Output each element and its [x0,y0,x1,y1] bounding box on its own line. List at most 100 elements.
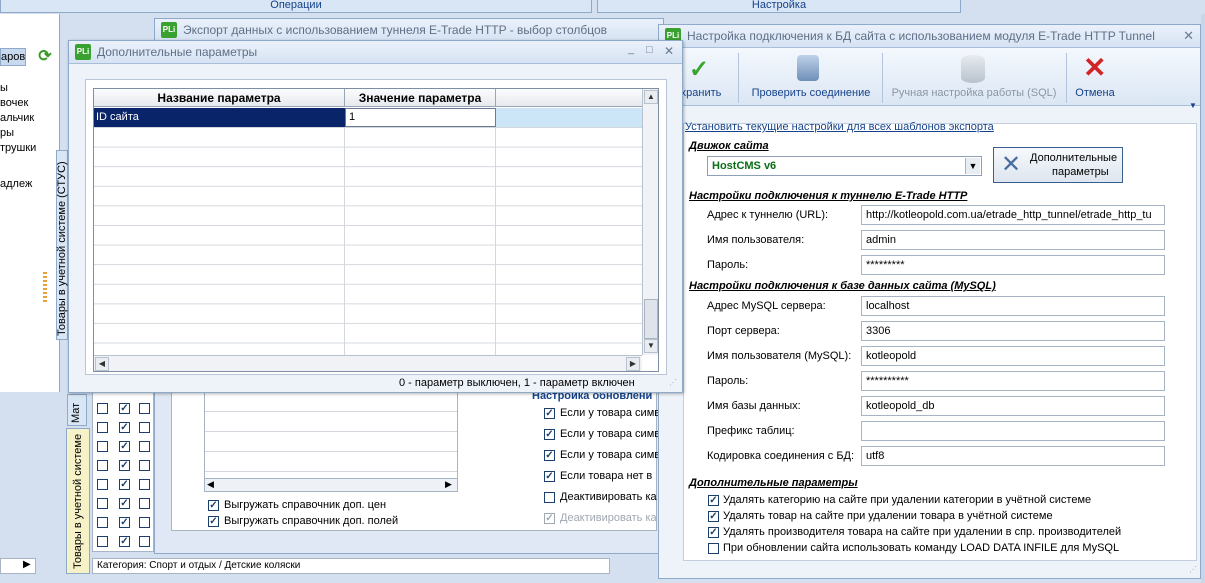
bottom-left-scroll[interactable]: ▶ [0,558,36,574]
extra-option-checkbox[interactable]: ✓ [708,495,719,506]
maximize-icon[interactable]: □ [646,44,653,56]
db-window-titlebar[interactable]: PLi Настройка подключения к БД сайта с и… [659,25,1200,48]
db-field-label: Имя пользователя (MySQL): [707,350,852,362]
row-checkbox[interactable]: ✓ [119,498,130,509]
row-checkbox[interactable] [139,441,150,452]
row-checkbox[interactable] [97,536,108,547]
update-checkbox: ✓ [544,513,555,524]
row-checkbox[interactable]: ✓ [119,536,130,547]
param-value-cell[interactable]: 1 [345,108,496,127]
params-grid[interactable]: Название параметра Значение параметра ID… [93,88,659,372]
col-header-name[interactable]: Название параметра [94,89,345,107]
row-checkbox[interactable] [139,403,150,414]
cancel-button[interactable]: ✕ Отмена [1069,51,1121,105]
close-icon[interactable]: ✕ [1183,28,1194,44]
export-checkbox[interactable]: ✓ [208,500,219,511]
row-checkbox[interactable] [139,498,150,509]
row-checkbox[interactable]: ✓ [119,422,130,433]
row-checkbox[interactable]: ✓ [119,517,130,528]
row-checkbox[interactable] [97,517,108,528]
row-checkbox[interactable] [97,479,108,490]
engine-select[interactable]: HostCMS v6 [707,156,982,176]
tunnel-field-input[interactable]: ********* [861,255,1165,275]
ribbon-tab-settings[interactable]: Настройка [597,0,961,13]
db-field-input[interactable]: 3306 [861,321,1165,341]
manual-sql-button[interactable]: Ручная настройка работы (SQL) [885,51,1063,105]
row-checkbox[interactable] [97,460,108,471]
left-splitter-handle[interactable] [43,272,47,304]
db-field-input[interactable] [861,421,1165,441]
row-checkbox[interactable]: ✓ [119,441,130,452]
left-item[interactable]: трушки [0,142,36,154]
grid-scroll-left-icon[interactable]: ◀ [207,479,214,490]
tab-materials[interactable]: Мат [67,394,87,426]
export-columns-grid[interactable] [204,390,458,490]
params-vscroll-thumb[interactable] [644,299,658,339]
scroll-left-arrow-icon[interactable]: ◀ [95,357,109,371]
row-checkbox[interactable]: ✓ [119,479,130,490]
export-checkbox[interactable]: ✓ [208,516,219,527]
row-checkbox[interactable] [139,460,150,471]
param-row[interactable]: ID сайта 1 [94,108,642,127]
update-checkbox[interactable] [544,492,555,503]
left-item[interactable]: ры [0,127,14,139]
right-edge-strip [1201,14,1205,583]
export-grid-hscroll[interactable]: ◀ ▶ [204,478,458,492]
scroll-right-arrow-icon[interactable]: ▶ [626,357,640,371]
update-checkbox[interactable]: ✓ [544,450,555,461]
left-item[interactable]: альчик [0,112,34,124]
row-checkbox[interactable] [139,517,150,528]
scroll-up-arrow-icon[interactable]: ▲ [644,90,658,104]
refresh-icon[interactable]: ⟳ [36,48,54,66]
param-name-cell[interactable]: ID сайта [94,108,345,127]
resize-grip-icon[interactable]: ⋰ [1189,565,1197,574]
row-checkbox[interactable] [139,536,150,547]
params-window-titlebar[interactable]: PLi Дополнительные параметры _ □ ✕ [69,41,682,64]
extra-option-checkbox[interactable]: ✓ [708,511,719,522]
extra-params-button[interactable]: ✕ Дополнительные параметры [993,147,1123,183]
db-field-input[interactable]: ********** [861,371,1165,391]
minimize-icon[interactable]: _ [628,43,634,55]
check-connection-button[interactable]: Проверить соединение [743,51,879,105]
resize-grip-icon[interactable]: ⋰ [669,378,677,387]
row-checkbox[interactable] [139,479,150,490]
tunnel-field-input[interactable]: http://kotleopold.com.ua/etrade_http_tun… [861,205,1165,225]
row-checkbox[interactable] [139,422,150,433]
close-icon[interactable]: ✕ [664,44,674,58]
db-field-input[interactable]: kotleopold [861,346,1165,366]
export-window-titlebar[interactable]: PLi Экспорт данных с использованием тунн… [155,19,663,42]
params-grid-hscroll[interactable]: ◀ ▶ [94,355,642,371]
update-checkbox[interactable]: ✓ [544,429,555,440]
row-checkbox[interactable]: ✓ [119,460,130,471]
update-checkbox[interactable]: ✓ [544,471,555,482]
db-field-input[interactable]: utf8 [861,446,1165,466]
params-grid-vscroll[interactable]: ▲ ▼ [642,89,658,355]
row-checkbox[interactable] [97,441,108,452]
extra-option-checkbox[interactable] [708,543,719,554]
tunnel-field-input[interactable]: admin [861,230,1165,250]
tab-materials-label: Мат [70,402,82,423]
toolbar-overflow-icon[interactable]: ▼ [1189,101,1197,110]
db-field-input[interactable]: localhost [861,296,1165,316]
apply-all-templates-link[interactable]: Установить текущие настройки для всех ша… [685,121,994,133]
row-checkbox[interactable] [97,498,108,509]
chevron-down-icon[interactable]: ▼ [965,158,980,174]
tab-goods[interactable]: Товары в учетной системе [66,428,90,574]
left-item[interactable]: ы [0,82,8,94]
col-header-value[interactable]: Значение параметра [345,89,496,107]
left-item[interactable]: вочек [0,97,28,109]
row-checkbox[interactable]: ✓ [119,403,130,414]
grid-scroll-right-icon[interactable]: ▶ [445,479,452,490]
scroll-right-arrow-icon[interactable]: ▶ [23,559,31,570]
ribbon-tab-operations[interactable]: Операции [0,0,592,13]
row-checkbox[interactable] [97,403,108,414]
update-checkbox-label: Если у товара симв [560,407,661,419]
extra-option-checkbox[interactable]: ✓ [708,527,719,538]
left-top-button[interactable]: аров [0,48,26,66]
db-field-label: Пароль: [707,375,749,387]
update-checkbox[interactable]: ✓ [544,408,555,419]
row-checkbox[interactable] [97,422,108,433]
scroll-down-arrow-icon[interactable]: ▼ [644,339,658,353]
db-field-input[interactable]: kotleopold_db [861,396,1165,416]
checkbox-column-area: ✓ ✓ ✓ ✓ ✓ ✓ ✓ ✓ [92,392,154,552]
